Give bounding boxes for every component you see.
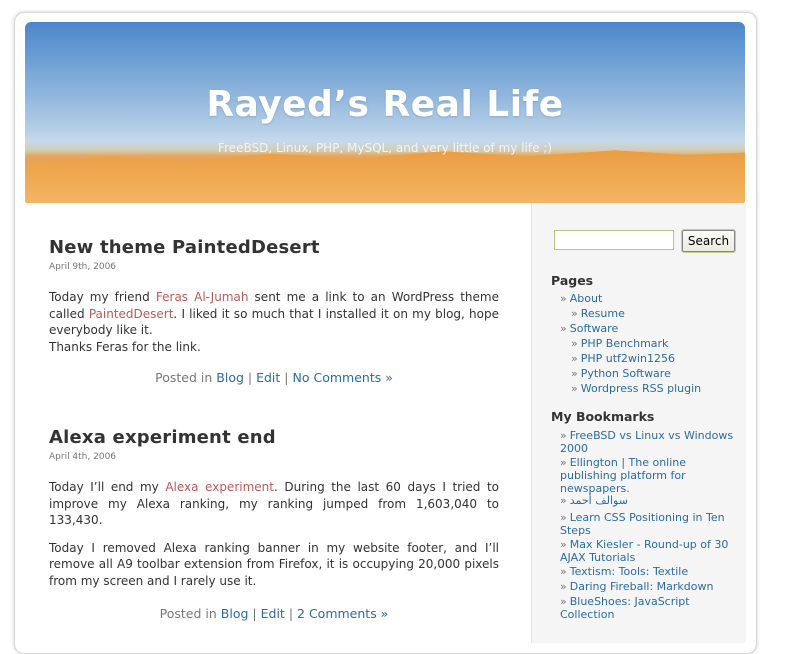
bookmark-label[interactable]: FreeBSD vs Linux vs Windows 2000 [560, 429, 733, 455]
raquo-icon: » [560, 565, 567, 578]
page-label[interactable]: Wordpress RSS plugin [581, 382, 701, 395]
page-item-php-benchmark[interactable]: » PHP Benchmark [560, 336, 701, 351]
post-paragraph: Thanks Feras for the link. [49, 339, 201, 354]
posted-in-label: Posted in [155, 370, 213, 385]
bookmarks-heading: My Bookmarks [551, 409, 655, 424]
post-date: April 4th, 2006 [49, 452, 117, 462]
raquo-icon: » [560, 538, 567, 551]
bookmark-item[interactable]: » Textism: Tools: Textile [560, 565, 740, 578]
search-button[interactable]: Search [681, 229, 736, 253]
raquo-icon: » [560, 511, 567, 524]
bookmark-label[interactable]: Daring Fireball: Markdown [570, 580, 714, 593]
edit-link[interactable]: Edit [261, 606, 285, 621]
bookmark-label[interactable]: Max Kiesler - Round-up of 30 AJAX Tutori… [560, 538, 728, 564]
post-title[interactable]: New theme PaintedDesert [49, 237, 499, 258]
raquo-icon: » [560, 595, 567, 608]
main-content: New theme PaintedDesert April 9th, 2006 … [25, 203, 520, 643]
bookmark-label[interactable]: سوالف أحمد [570, 494, 628, 507]
bookmark-item[interactable]: » Learn CSS Positioning in Ten Steps [560, 511, 740, 537]
post-paragraph: Today I removed Alexa ranking banner in … [49, 540, 499, 588]
page-label[interactable]: Resume [581, 307, 625, 320]
raquo-icon: » [571, 337, 578, 350]
meta-separator: | [288, 606, 294, 621]
raquo-icon: » [560, 580, 567, 593]
pages-list: » About » Resume » Software » PHP Benchmark … [560, 291, 701, 396]
meta-separator: | [252, 606, 257, 621]
post-paragraph: Today I’ll end my Alexa experiment. Duri… [49, 479, 499, 529]
page-label[interactable]: PHP Benchmark [581, 337, 669, 350]
raquo-icon: » [571, 382, 578, 395]
page-item-php-utf2win1256[interactable]: » PHP utf2win1256 [560, 351, 701, 366]
page-label[interactable]: Software [570, 322, 619, 335]
raquo-icon: » [560, 322, 567, 335]
meta-separator: | [284, 370, 289, 385]
bookmark-item[interactable]: » سوالف أحمد [560, 494, 740, 507]
bookmark-label[interactable]: Ellington | The online publishing platfo… [560, 456, 686, 495]
page-item-resume[interactable]: » Resume [560, 306, 701, 321]
page-label[interactable]: About [570, 292, 603, 305]
post-new-theme: New theme PaintedDesert April 9th, 2006 … [49, 237, 499, 385]
raquo-icon: » [560, 429, 567, 442]
category-link[interactable]: Blog [216, 370, 244, 385]
post-text: Today I’ll end my [49, 480, 166, 494]
post-title[interactable]: Alexa experiment end [49, 427, 499, 448]
page-item-wordpress-rss[interactable]: » Wordpress RSS plugin [560, 381, 701, 396]
comments-link[interactable]: No Comments » [293, 370, 393, 385]
post-meta: Posted in Blog | Edit | 2 Comments » [49, 606, 499, 621]
page-item-software[interactable]: » Software [560, 321, 701, 336]
page-container: Rayed’s Real Life FreeBSD, Linux, PHP, M… [14, 12, 757, 654]
comments-link[interactable]: 2 Comments » [297, 606, 388, 621]
bookmark-label[interactable]: BlueShoes: JavaScript Collection [560, 595, 690, 621]
post-text: Today my friend [49, 290, 156, 304]
edit-link[interactable]: Edit [256, 370, 280, 385]
bookmark-item[interactable]: » BlueShoes: JavaScript Collection [560, 595, 740, 621]
blog-title[interactable]: Rayed’s Real Life [25, 84, 745, 125]
bookmark-item[interactable]: » Max Kiesler - Round-up of 30 AJAX Tutor… [560, 538, 740, 564]
pages-heading: Pages [551, 273, 594, 288]
bookmark-label[interactable]: Textism: Tools: Textile [570, 565, 688, 578]
page-item-about[interactable]: » About [560, 291, 701, 306]
category-link[interactable]: Blog [221, 606, 249, 621]
post-date: April 9th, 2006 [49, 262, 117, 272]
posted-in-label: Posted in [159, 606, 217, 621]
header-banner: Rayed’s Real Life FreeBSD, Linux, PHP, M… [25, 22, 745, 203]
post-meta: Posted in Blog | Edit | No Comments » [49, 370, 499, 385]
post-paragraph: Today my friend Feras Al-Jumah sent me a… [49, 289, 499, 339]
raquo-icon: » [571, 307, 578, 320]
meta-separator: | [247, 370, 253, 385]
page-label[interactable]: Python Software [581, 367, 671, 380]
bookmark-item[interactable]: » Ellington | The online publishing platf… [560, 456, 740, 495]
painteddesert-link[interactable]: PaintedDesert [89, 307, 174, 321]
alexa-experiment-link[interactable]: Alexa experiment [165, 480, 274, 494]
feras-link[interactable]: Feras Al-Jumah [156, 290, 249, 304]
blog-description: FreeBSD, Linux, PHP, MySQL, and very lit… [217, 141, 553, 155]
raquo-icon: » [571, 367, 578, 380]
bookmark-item[interactable]: » Daring Fireball: Markdown [560, 580, 740, 593]
post-alexa: Alexa experiment end April 4th, 2006 Tod… [49, 427, 499, 621]
raquo-icon: » [560, 456, 567, 469]
page-item-python-software[interactable]: » Python Software [560, 366, 701, 381]
raquo-icon: » [560, 292, 567, 305]
raquo-icon: » [560, 494, 567, 507]
sidebar: Search Pages » About » Resume » Software » P… [531, 203, 746, 643]
page-label[interactable]: PHP utf2win1256 [581, 352, 675, 365]
bookmark-item[interactable]: » FreeBSD vs Linux vs Windows 2000 [560, 429, 740, 455]
raquo-icon: » [571, 352, 578, 365]
search-input[interactable] [554, 230, 674, 250]
bookmark-label[interactable]: Learn CSS Positioning in Ten Steps [560, 511, 725, 537]
